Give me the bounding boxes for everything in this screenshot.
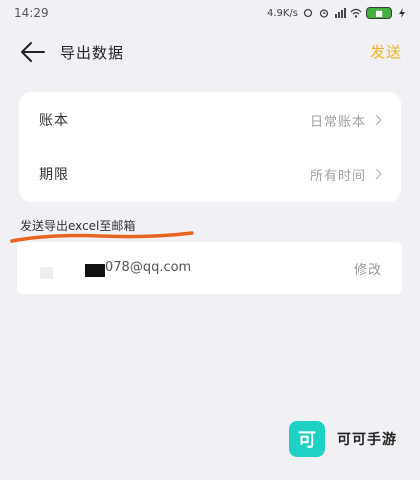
chevron-right-icon	[375, 168, 382, 180]
status-time: 14:29	[14, 6, 49, 20]
email-address: 078@qq.com	[105, 260, 192, 275]
chevron-right-icon	[375, 114, 382, 126]
period-value: 所有时间	[309, 168, 366, 184]
watermark-logo-icon: 可	[289, 421, 325, 457]
ledger-row[interactable]: 账本 日常账本	[19, 94, 401, 146]
send-button[interactable]: 发送	[370, 41, 402, 62]
header: 导出数据 发送	[0, 30, 420, 74]
email-avatar-icon	[40, 267, 53, 279]
status-icons: 4.9K/s ■	[267, 7, 408, 19]
alarm-icon	[319, 9, 329, 18]
period-row[interactable]: 期限 所有时间	[19, 148, 401, 200]
watermark-text: 可可手游	[337, 432, 397, 448]
status-bar: 14:29 4.9K/s ■	[0, 0, 420, 26]
net-speed: 4.9K/s	[266, 7, 298, 19]
edit-email-button[interactable]: 修改	[354, 259, 382, 278]
page-title: 导出数据	[60, 44, 125, 62]
signal-icon	[335, 8, 346, 18]
wifi-icon	[350, 8, 362, 18]
battery-icon: ■	[366, 7, 392, 19]
watermark-logo-char: 可	[298, 430, 316, 451]
period-label: 期限	[39, 167, 69, 183]
charging-icon	[399, 8, 405, 18]
email-card: 078@qq.com 修改	[17, 242, 402, 294]
ledger-value: 日常账本	[309, 114, 366, 130]
sync-icon	[303, 8, 313, 18]
watermark: 可 可可手游	[289, 421, 397, 457]
settings-card: 账本 日常账本 期限 所有时间	[19, 92, 401, 202]
ledger-label: 账本	[39, 113, 69, 129]
redaction-block	[85, 264, 105, 277]
back-arrow-icon[interactable]	[20, 40, 46, 64]
